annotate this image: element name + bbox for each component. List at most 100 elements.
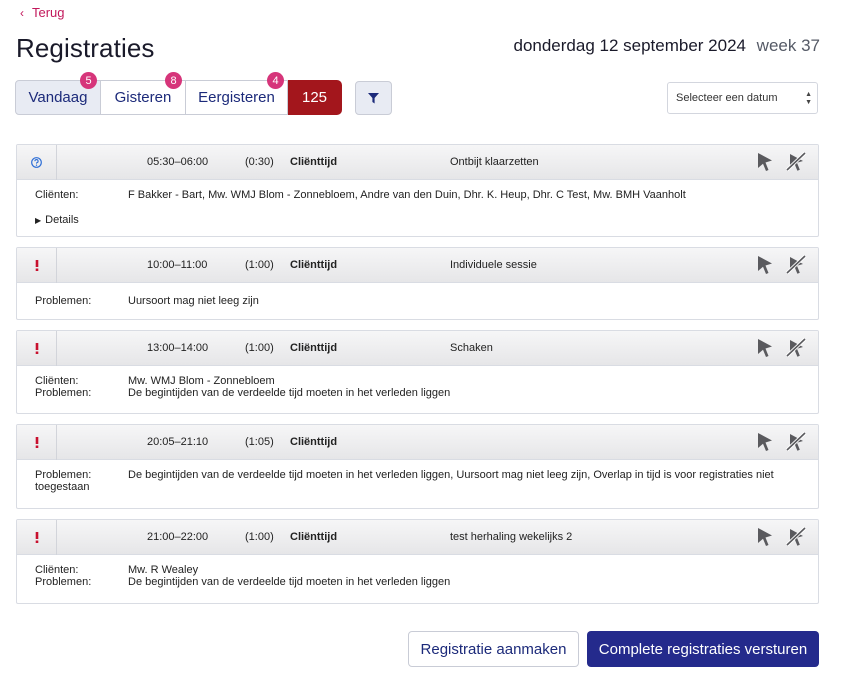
detail-row: Problemen: De begintijden van de verdeel… <box>35 575 800 589</box>
row-value: De begintijden van de verdeelde tijd moe… <box>128 386 451 399</box>
details-toggle[interactable]: ▶ Details <box>35 213 800 227</box>
registration-card: 10:00–11:00 (1:00) Cliënttijd Individuel… <box>16 247 819 320</box>
registration-time: 13:00–14:00 <box>147 342 209 354</box>
registration-card: 20:05–21:10 (1:05) Cliënttijd Problemen:… <box>16 424 819 509</box>
select-arrows-icon: ▲ ▼ <box>805 91 812 106</box>
row-value: De begintijden van de verdeelde tijd moe… <box>35 469 774 493</box>
registration-type: Cliënttijd <box>290 531 338 543</box>
registration-card: 13:00–14:00 (1:00) Cliënttijd Schaken Cl… <box>16 330 819 414</box>
send-cursor-icon[interactable] <box>755 431 775 453</box>
row-value: Uursoort mag niet leeg zijn <box>128 295 259 307</box>
registration-time: 20:05–21:10 <box>147 436 209 448</box>
send-cursor-icon[interactable] <box>755 337 775 359</box>
status-cell <box>17 145 57 180</box>
details-label: Details <box>45 213 79 226</box>
registration-activity: Individuele sessie <box>450 259 537 271</box>
filter-button[interactable] <box>355 81 392 115</box>
row-label: Cliënten: <box>35 189 79 201</box>
day-tabs: Vandaag 5 Gisteren 8 Eergisteren 4 125 <box>15 72 342 115</box>
registration-type: Cliënttijd <box>290 156 338 168</box>
row-label: Cliënten: <box>35 564 79 576</box>
row-label: Problemen: <box>35 386 92 399</box>
tab-label: Eergisteren <box>198 89 275 106</box>
exclamation-icon <box>35 343 38 354</box>
create-registration-button[interactable]: Registratie aanmaken <box>408 631 579 667</box>
no-send-cursor-icon[interactable] <box>785 151 807 173</box>
detail-row: Cliënten: F Bakker - Bart, Mw. WMJ Blom … <box>35 189 800 202</box>
detail-row: Problemen: Uursoort mag niet leeg zijn <box>35 295 800 308</box>
row-value: F Bakker - Bart, Mw. WMJ Blom - Zonneblo… <box>128 189 686 201</box>
registration-body: Problemen: Uursoort mag niet leeg zijn <box>17 283 818 318</box>
row-value: De begintijden van de verdeelde tijd moe… <box>128 575 451 588</box>
detail-row: Problemen: De begintijden van de verdeeld… <box>35 469 800 493</box>
page-title: Registraties <box>16 33 155 63</box>
registration-duration: (1:00) <box>245 342 274 354</box>
tab-badge: 5 <box>80 72 97 89</box>
question-icon <box>31 157 42 168</box>
submit-registrations-button[interactable]: Complete registraties versturen <box>587 631 819 667</box>
registration-duration: (1:00) <box>245 259 274 271</box>
status-cell <box>17 425 57 460</box>
send-cursor-icon[interactable] <box>755 526 775 548</box>
exclamation-icon <box>35 437 38 448</box>
registration-duration: (1:05) <box>245 436 274 448</box>
date-select[interactable]: Selecteer een datum ▲ ▼ <box>667 82 818 114</box>
tab-eergisteren[interactable]: Eergisteren 4 <box>185 72 288 115</box>
triangle-right-icon: ▶ <box>35 215 42 225</box>
registration-body: Problemen: De begintijden van de verdeeld… <box>17 460 818 503</box>
registration-time: 21:00–22:00 <box>147 531 209 543</box>
back-label: Terug <box>32 5 65 20</box>
status-cell <box>17 520 57 555</box>
send-cursor-icon[interactable] <box>755 254 775 276</box>
registration-activity: Schaken <box>450 342 493 354</box>
status-cell <box>17 248 57 283</box>
row-label-and-value: Problemen: De begintijden van de verdeeld… <box>35 469 800 493</box>
date-select-placeholder: Selecteer een datum <box>676 92 778 104</box>
registration-body: Cliënten: Mw. R Wealey Problemen: De beg… <box>17 555 818 598</box>
back-link[interactable]: ‹ Terug <box>20 5 65 20</box>
registration-header[interactable]: 21:00–22:00 (1:00) Cliënttijd test herha… <box>17 520 818 555</box>
no-send-cursor-icon[interactable] <box>785 431 807 453</box>
tab-label: Gisteren <box>114 89 172 106</box>
no-send-cursor-icon[interactable] <box>785 526 807 548</box>
registration-card: 21:00–22:00 (1:00) Cliënttijd test herha… <box>16 519 819 604</box>
row-value: Mw. WMJ Blom - Zonnebloem <box>128 375 275 387</box>
registration-type: Cliënttijd <box>290 342 338 354</box>
status-cell <box>17 331 57 366</box>
registration-duration: (1:00) <box>245 531 274 543</box>
registration-body: Cliënten: F Bakker - Bart, Mw. WMJ Blom … <box>17 180 818 236</box>
registration-header[interactable]: 20:05–21:10 (1:05) Cliënttijd <box>17 425 818 460</box>
registration-body: Cliënten: Mw. WMJ Blom - Zonnebloem Prob… <box>17 366 818 409</box>
row-label: Problemen: <box>35 575 92 588</box>
detail-row: Problemen: De begintijden van de verdeel… <box>35 386 800 400</box>
no-send-cursor-icon[interactable] <box>785 337 807 359</box>
registration-header[interactable]: 05:30–06:00 (0:30) Cliënttijd Ontbijt kl… <box>17 145 818 180</box>
filter-icon <box>368 92 379 103</box>
exclamation-icon <box>35 532 38 543</box>
chevron-left-icon: ‹ <box>20 5 24 20</box>
registration-card: 05:30–06:00 (0:30) Cliënttijd Ontbijt kl… <box>16 144 819 237</box>
tab-badge: 8 <box>165 72 182 89</box>
tab-vandaag[interactable]: Vandaag 5 <box>15 72 101 115</box>
row-label: Cliënten: <box>35 375 79 387</box>
tab-label: Vandaag <box>28 89 88 106</box>
registration-header[interactable]: 13:00–14:00 (1:00) Cliënttijd Schaken <box>17 331 818 366</box>
exclamation-icon <box>35 260 38 271</box>
current-date: donderdag 12 september 2024 <box>513 36 746 55</box>
tab-gisteren[interactable]: Gisteren 8 <box>100 72 186 115</box>
registration-type: Cliënttijd <box>290 436 338 448</box>
detail-row: Cliënten: Mw. R Wealey <box>35 564 800 577</box>
registration-type: Cliënttijd <box>290 259 338 271</box>
registration-duration: (0:30) <box>245 156 274 168</box>
registration-activity: test herhaling wekelijks 2 <box>450 531 573 543</box>
registration-time: 05:30–06:00 <box>147 156 209 168</box>
current-week: week 37 <box>756 36 820 55</box>
row-value: Mw. R Wealey <box>128 564 199 576</box>
registration-time: 10:00–11:00 <box>147 259 208 271</box>
no-send-cursor-icon[interactable] <box>785 254 807 276</box>
registration-header[interactable]: 10:00–11:00 (1:00) Cliënttijd Individuel… <box>17 248 818 283</box>
detail-row: Cliënten: Mw. WMJ Blom - Zonnebloem <box>35 375 800 388</box>
registration-activity: Ontbijt klaarzetten <box>450 156 539 168</box>
total-count-button[interactable]: 125 <box>287 80 342 115</box>
send-cursor-icon[interactable] <box>755 151 775 173</box>
